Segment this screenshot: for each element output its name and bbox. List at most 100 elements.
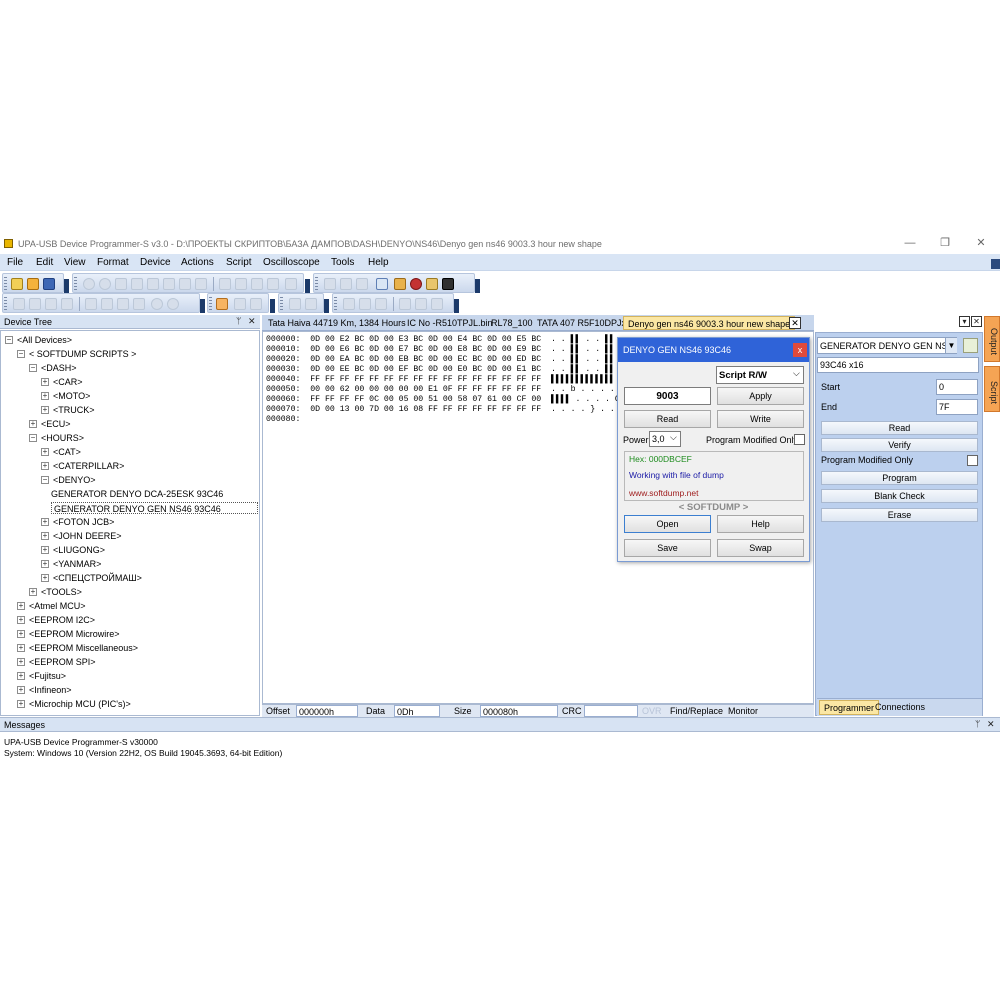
tree-node[interactable]: <TOOLS> xyxy=(41,586,82,598)
tree-node[interactable]: GENERATOR DENYO GEN NS46 93C46 xyxy=(51,502,258,514)
verify-button[interactable]: Verify xyxy=(821,438,978,452)
paste-icon[interactable] xyxy=(147,278,159,290)
expand-icon[interactable]: + xyxy=(41,560,49,568)
chevron-down-icon[interactable]: ⌵ xyxy=(793,368,800,379)
value-input[interactable]: 9003 xyxy=(624,387,711,405)
toolbar-dropdown-icon[interactable] xyxy=(64,279,69,293)
save-icon[interactable] xyxy=(43,278,55,290)
tab-tata-haiva[interactable]: Tata Haiva 44719 Km, 1384 Hours xyxy=(264,316,410,330)
tree-node[interactable]: <DASH> xyxy=(41,362,77,374)
chevron-down-icon[interactable]: ⌵ xyxy=(670,432,677,443)
tree-node[interactable]: GENERATOR DENYO DCA-25ESK 93C46 xyxy=(51,488,223,500)
menu-format[interactable]: Format xyxy=(97,257,129,268)
menu-oscilloscope[interactable]: Oscilloscope xyxy=(263,257,320,268)
align-right-icon[interactable] xyxy=(431,298,443,310)
pin-icon[interactable]: ᛘ xyxy=(236,316,241,326)
device-info-icon[interactable] xyxy=(340,278,352,290)
tree-node[interactable]: <MOTO> xyxy=(53,390,90,402)
dialog-swap-button[interactable]: Swap xyxy=(717,539,804,557)
tree-node[interactable]: <LIUGONG> xyxy=(53,544,105,556)
tab-tata-407[interactable]: TATA 407 R5F10DPJx xyxy=(533,316,630,330)
tree-node[interactable]: <DENYO> xyxy=(53,474,96,486)
tree-node[interactable]: < SOFTDUMP SCRIPTS > xyxy=(29,348,136,360)
toolbar-dropdown-icon[interactable] xyxy=(454,299,459,313)
measure-icon[interactable] xyxy=(250,298,262,310)
tab-rl78[interactable]: RL78_100 xyxy=(487,316,537,330)
toolbar-dropdown-icon[interactable] xyxy=(200,299,205,313)
expand-icon[interactable]: + xyxy=(17,686,25,694)
tab-output[interactable]: Output xyxy=(984,316,1000,362)
tab-ic-no[interactable]: IC No -R510TPJL.bin xyxy=(403,316,497,330)
expand-icon[interactable]: + xyxy=(41,392,49,400)
expand-icon[interactable]: + xyxy=(17,658,25,666)
collapse-icon[interactable]: − xyxy=(5,336,13,344)
tree-node[interactable]: <СПЕЦСТРОЙМАШ> xyxy=(53,572,142,584)
zoom-icon[interactable] xyxy=(234,298,246,310)
expand-icon[interactable]: + xyxy=(17,616,25,624)
play-icon[interactable] xyxy=(289,298,301,310)
expand-icon[interactable]: + xyxy=(17,672,25,680)
first-icon[interactable] xyxy=(85,298,97,310)
tree-node[interactable]: <Atmel MCU> xyxy=(29,600,86,612)
compare-icon[interactable] xyxy=(251,278,263,290)
tools-icon[interactable] xyxy=(426,278,438,290)
align-center-icon[interactable] xyxy=(415,298,427,310)
read-chip-icon[interactable] xyxy=(13,298,25,310)
menu-help[interactable]: Help xyxy=(368,257,389,268)
start-input[interactable]: 0 xyxy=(936,379,978,395)
tab-close-icon[interactable]: ✕ xyxy=(789,317,801,329)
program-modified-only-checkbox[interactable] xyxy=(794,434,805,445)
script-icon[interactable] xyxy=(394,278,406,290)
tree-node[interactable]: <EEPROM I2C> xyxy=(29,614,95,626)
menu-tools[interactable]: Tools xyxy=(331,257,354,268)
tab-denyo-gen[interactable]: Denyo gen ns46 9003.3 hour new shape xyxy=(623,316,796,330)
mode-select[interactable]: Script R/W xyxy=(716,366,804,384)
gear-icon[interactable] xyxy=(167,298,179,310)
expand-icon[interactable]: + xyxy=(41,448,49,456)
dialog-save-button[interactable]: Save xyxy=(624,539,711,557)
tree-node[interactable]: <Infineon> xyxy=(29,684,72,696)
expand-icon[interactable]: + xyxy=(17,602,25,610)
tree-node[interactable]: <CAT> xyxy=(53,446,81,458)
checksum-icon[interactable] xyxy=(267,278,279,290)
network-icon[interactable] xyxy=(442,278,454,290)
close-icon[interactable]: ✕ xyxy=(987,719,995,730)
program-modified-only-checkbox[interactable] xyxy=(967,455,978,466)
panel-restore-icon[interactable]: ▾ xyxy=(959,316,970,327)
menu-file[interactable]: File xyxy=(7,257,23,268)
expand-icon[interactable]: + xyxy=(41,518,49,526)
menu-view[interactable]: View xyxy=(64,257,86,268)
pin-icon[interactable]: ᛘ xyxy=(975,719,980,729)
replace-icon[interactable] xyxy=(195,278,207,290)
toolbar-dropdown-icon[interactable] xyxy=(305,279,310,293)
tree-node[interactable]: <HOURS> xyxy=(41,432,84,444)
align-left-icon[interactable] xyxy=(399,298,411,310)
verify-icon[interactable] xyxy=(29,298,41,310)
expand-icon[interactable]: + xyxy=(17,630,25,638)
tab-programmer[interactable]: Programmer xyxy=(819,700,880,715)
undo-icon[interactable] xyxy=(83,278,95,290)
select-pointer-icon[interactable] xyxy=(216,298,228,310)
maximize-button[interactable]: ❐ xyxy=(930,235,960,251)
tree-node[interactable]: <Microchip MCU (PIC's)> xyxy=(29,698,131,710)
erase-icon[interactable] xyxy=(61,298,73,310)
device-settings-icon[interactable] xyxy=(356,278,368,290)
expand-icon[interactable]: + xyxy=(41,406,49,414)
minimize-button[interactable]: — xyxy=(895,235,925,251)
expand-icon[interactable]: + xyxy=(17,644,25,652)
panel-close-icon[interactable]: ✕ xyxy=(971,316,982,327)
tree-node[interactable]: <Fujitsu> xyxy=(29,670,66,682)
toolbar-dropdown-icon[interactable] xyxy=(475,279,480,293)
goto-icon[interactable] xyxy=(285,278,297,290)
tree-node[interactable]: <CAR> xyxy=(53,376,83,388)
tab-connections[interactable]: Connections xyxy=(875,702,925,712)
find-icon[interactable] xyxy=(179,278,191,290)
crc-field[interactable] xyxy=(584,705,638,717)
expand-icon[interactable]: + xyxy=(41,378,49,386)
dialog-close-button[interactable]: x xyxy=(793,343,807,357)
last-icon[interactable] xyxy=(133,298,145,310)
website-link[interactable]: www.softdump.net xyxy=(629,488,698,498)
program-chip-icon[interactable] xyxy=(45,298,57,310)
expand-icon[interactable]: + xyxy=(29,420,37,428)
dialog-help-button[interactable]: Help xyxy=(717,515,804,533)
